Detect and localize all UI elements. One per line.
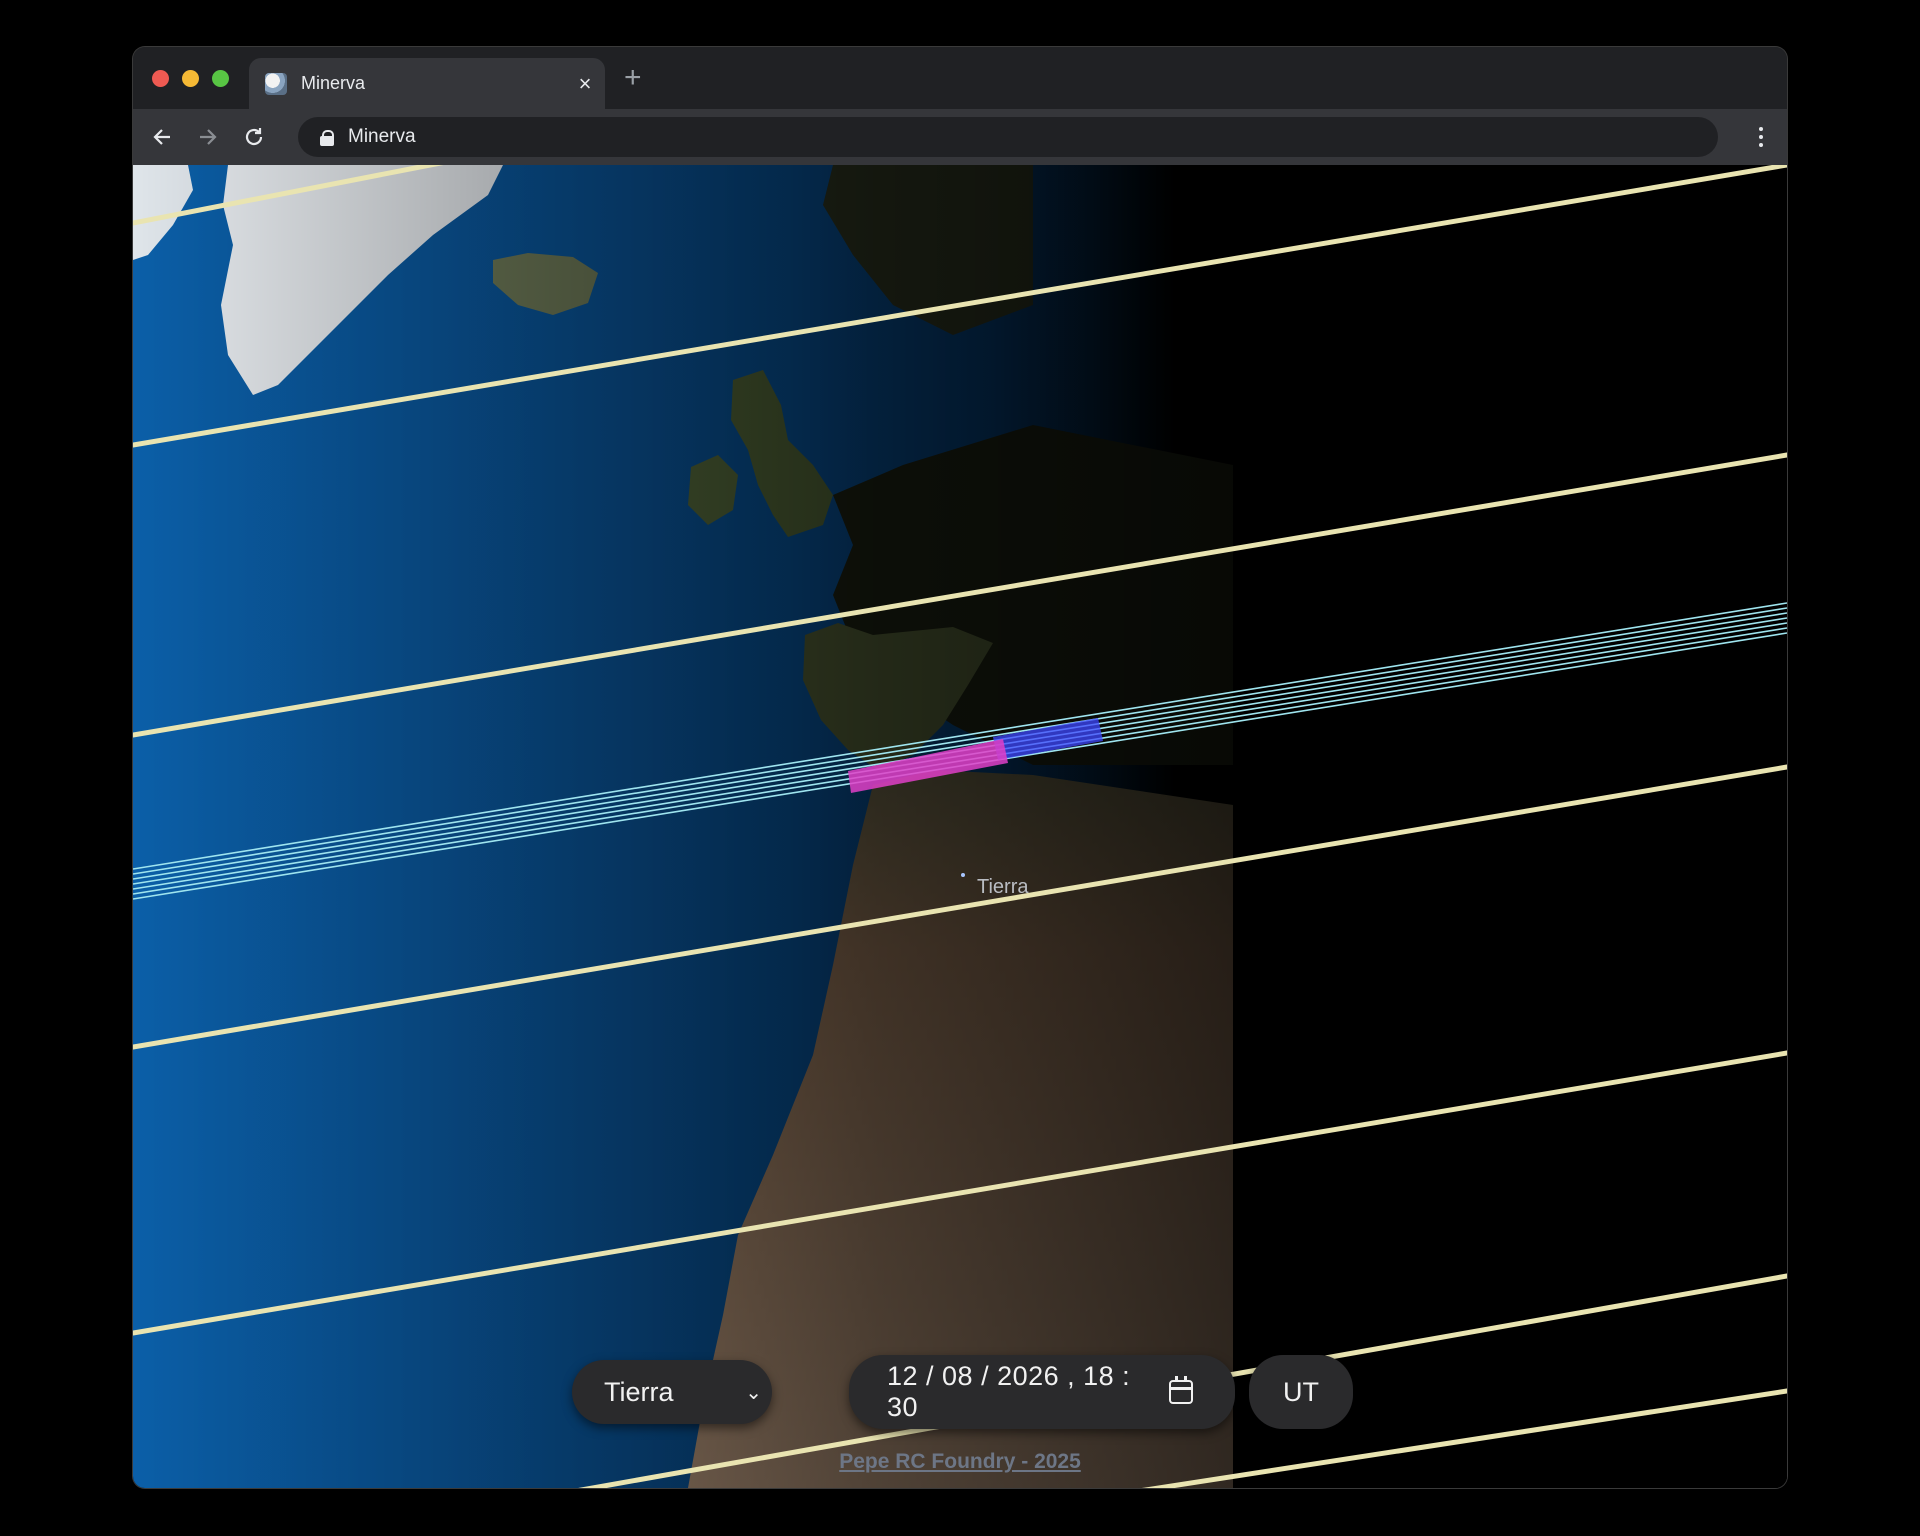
menu-icon[interactable] xyxy=(1753,119,1769,155)
back-arrow-icon[interactable] xyxy=(145,120,179,154)
new-tab-button[interactable]: + xyxy=(624,61,642,95)
lock-icon xyxy=(320,130,334,146)
datetime-value: 12 / 08 / 2026 , 18 : 30 xyxy=(887,1361,1131,1422)
address-bar[interactable]: Minerva xyxy=(298,117,1718,157)
map-viewport[interactable]: Tierra Tierra ⌄ 12 / 08 / 2026 , 18 : 30… xyxy=(133,165,1787,1488)
chevron-down-icon: ⌄ xyxy=(745,1381,762,1404)
datetime-input[interactable]: 12 / 08 / 2026 , 18 : 30 xyxy=(849,1355,1235,1429)
browser-toolbar: Minerva xyxy=(133,109,1787,165)
reload-icon[interactable] xyxy=(237,120,271,154)
minimize-window-button[interactable] xyxy=(182,70,199,87)
maximize-window-button[interactable] xyxy=(212,70,229,87)
close-icon[interactable]: × xyxy=(565,71,605,97)
favicon-icon xyxy=(265,72,287,95)
credit-link[interactable]: Pepe RC Foundry - 2025 xyxy=(133,1450,1787,1474)
address-text: Minerva xyxy=(348,126,416,147)
body-select[interactable]: Tierra ⌄ xyxy=(572,1360,772,1424)
browser-window: Minerva × + Minerva Tierra Tierra ⌄ 12 /… xyxy=(133,47,1787,1488)
close-window-button[interactable] xyxy=(152,70,169,87)
tab-title: Minerva xyxy=(301,73,366,93)
tab-bar: Minerva × + xyxy=(133,47,1787,109)
calendar-icon[interactable] xyxy=(1169,1376,1193,1404)
tab-minerva[interactable]: Minerva × xyxy=(249,58,605,109)
body-select-value: Tierra xyxy=(604,1376,674,1407)
map-controls: Tierra ⌄ 12 / 08 / 2026 , 18 : 30 UT Pep… xyxy=(133,165,1787,1488)
timezone-button[interactable]: UT xyxy=(1249,1355,1353,1429)
forward-arrow-icon[interactable] xyxy=(191,120,225,154)
